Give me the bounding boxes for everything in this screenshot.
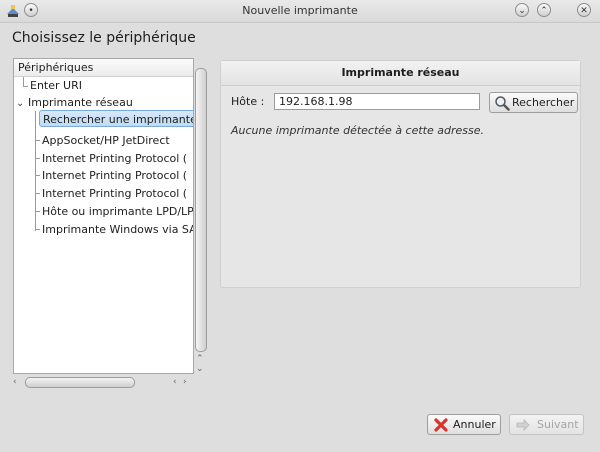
- cancel-icon: [434, 418, 448, 432]
- no-printer-notice: Aucune imprimante détectée à cette adres…: [231, 124, 484, 137]
- close-icon: ✕: [580, 6, 588, 16]
- tree-line: [23, 86, 28, 87]
- tree-item-ipp-1[interactable]: Internet Printing Protocol (: [42, 150, 187, 167]
- scroll-left-arrow-icon[interactable]: ‹: [173, 377, 177, 387]
- search-button[interactable]: Rechercher: [489, 92, 578, 113]
- scroll-down-arrow-icon[interactable]: ⌄: [196, 364, 204, 374]
- window-title: Nouvelle imprimante: [242, 4, 358, 17]
- tree-line: [35, 111, 36, 231]
- tree-line: [35, 211, 40, 212]
- host-label: Hôte :: [231, 95, 265, 108]
- tree-line: [35, 140, 40, 141]
- tree-vertical-scrollbar[interactable]: ⌃ ⌄: [194, 66, 208, 382]
- tree-line: [35, 158, 40, 159]
- tree-line: [35, 229, 40, 230]
- next-button-label: Suivant: [537, 418, 579, 431]
- close-button[interactable]: ✕: [577, 3, 591, 17]
- chevron-up-icon: ⌃: [540, 6, 548, 16]
- tree-horizontal-scrollbar[interactable]: ‹ ‹ ›: [13, 376, 196, 388]
- horizontal-scroll-thumb[interactable]: [25, 377, 135, 388]
- scroll-left-arrow-icon[interactable]: ‹: [13, 377, 17, 387]
- tree-line: [35, 175, 40, 176]
- page-heading: Choisissez le périphérique: [12, 30, 196, 46]
- tree-item-windows-samba[interactable]: Imprimante Windows via SA: [42, 221, 193, 238]
- chevron-down-icon: ⌄: [518, 6, 526, 16]
- arrow-right-icon: [516, 419, 530, 431]
- maximize-button[interactable]: ⌃: [537, 3, 551, 17]
- tree-item-ipp-3[interactable]: Internet Printing Protocol (: [42, 185, 187, 202]
- tree-item-network-printer[interactable]: ⌄ Imprimante réseau: [16, 94, 133, 111]
- device-tree[interactable]: Périphériques Enter URI ⌄ Imprimante rése…: [13, 58, 194, 374]
- chevron-down-icon[interactable]: ⌄: [16, 95, 28, 112]
- scroll-up-arrow-icon[interactable]: ⌃: [196, 354, 204, 364]
- tree-item-enter-uri[interactable]: Enter URI: [30, 77, 82, 94]
- tree-item-ipp-2[interactable]: Internet Printing Protocol (: [42, 167, 187, 184]
- network-printer-panel: Imprimante réseau Hôte : Rechercher Aucu…: [220, 60, 581, 288]
- tree-header[interactable]: Périphériques: [14, 59, 193, 77]
- minimize-button[interactable]: ⌄: [515, 3, 529, 17]
- tree-item-appsocket[interactable]: AppSocket/HP JetDirect: [42, 132, 170, 149]
- search-button-label: Rechercher: [512, 96, 575, 109]
- next-button[interactable]: Suivant: [509, 414, 584, 435]
- cancel-button-label: Annuler: [453, 418, 496, 431]
- host-input[interactable]: [274, 93, 480, 110]
- scroll-right-arrow-icon[interactable]: ›: [183, 377, 187, 387]
- cancel-button[interactable]: Annuler: [427, 414, 501, 435]
- title-bar: • Nouvelle imprimante ⌄ ⌃ ✕: [0, 0, 600, 23]
- panel-title: Imprimante réseau: [221, 61, 580, 86]
- tree-item-search-printer[interactable]: Rechercher une imprimante: [39, 110, 193, 127]
- vertical-scroll-thumb[interactable]: [195, 68, 207, 352]
- tree-item-lpd[interactable]: Hôte ou imprimante LPD/LP: [42, 203, 193, 220]
- tree-item-label: Imprimante réseau: [28, 96, 133, 109]
- tree-line: [35, 193, 40, 194]
- magnifier-icon: [495, 96, 510, 111]
